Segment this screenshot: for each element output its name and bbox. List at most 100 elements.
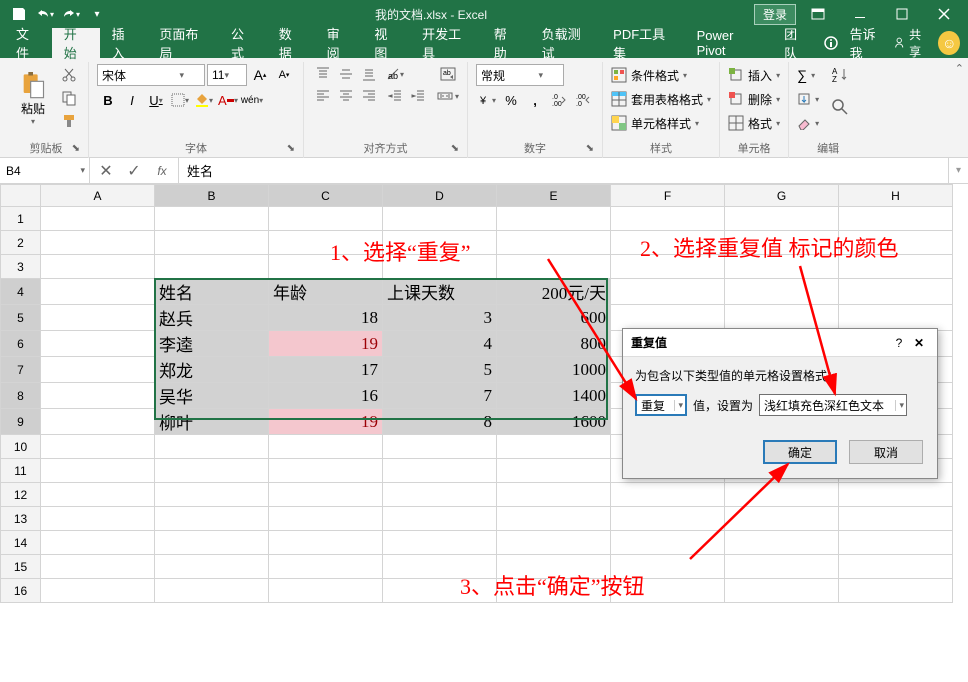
format-style-select[interactable]: 浅红填充色深红色文本▾ xyxy=(759,394,907,416)
tab-review[interactable]: 审阅 xyxy=(315,28,363,58)
font-size-select[interactable]: 11▾ xyxy=(207,64,247,86)
tab-team[interactable]: 团队 xyxy=(772,28,820,58)
col-header-D[interactable]: D xyxy=(383,185,497,207)
tellme-icon[interactable] xyxy=(820,31,842,55)
cell[interactable] xyxy=(41,383,155,409)
increase-font[interactable]: A▴ xyxy=(249,64,271,86)
col-header-B[interactable]: B xyxy=(155,185,269,207)
cell[interactable]: 吴华 xyxy=(155,383,269,409)
tab-view[interactable]: 视图 xyxy=(362,28,410,58)
cell[interactable] xyxy=(383,207,497,231)
cell[interactable] xyxy=(839,255,953,279)
cell[interactable] xyxy=(611,207,725,231)
col-header-E[interactable]: E xyxy=(497,185,611,207)
decrease-font[interactable]: A▾ xyxy=(273,64,295,86)
dialog-help[interactable]: ? xyxy=(889,336,909,350)
feedback-icon[interactable]: ☺ xyxy=(938,31,960,55)
row-header-6[interactable]: 6 xyxy=(1,331,41,357)
cell[interactable] xyxy=(155,207,269,231)
cell[interactable] xyxy=(41,507,155,531)
cell[interactable] xyxy=(41,555,155,579)
cancel-button[interactable]: 取消 xyxy=(849,440,923,464)
fb-enter[interactable]: ✓ xyxy=(122,161,146,181)
qat-redo[interactable]: ▾ xyxy=(60,3,82,25)
share-button[interactable]: 共享 xyxy=(893,26,931,60)
cell[interactable] xyxy=(383,555,497,579)
col-header-F[interactable]: F xyxy=(611,185,725,207)
find-select[interactable] xyxy=(829,96,859,126)
fb-cancel[interactable]: ✕ xyxy=(94,161,118,181)
align-right[interactable] xyxy=(358,86,380,106)
cell[interactable] xyxy=(725,279,839,305)
cell[interactable] xyxy=(611,531,725,555)
row-header-3[interactable]: 3 xyxy=(1,255,41,279)
cell[interactable] xyxy=(41,459,155,483)
tab-page-layout[interactable]: 页面布局 xyxy=(147,28,219,58)
login-button[interactable]: 登录 xyxy=(754,4,796,25)
number-format-select[interactable]: 常规▾ xyxy=(476,64,564,86)
cell[interactable] xyxy=(497,531,611,555)
paste-button[interactable]: 粘贴▾ xyxy=(12,64,54,134)
duplicate-type-select[interactable]: 重复▾ xyxy=(635,394,687,416)
cell[interactable] xyxy=(155,555,269,579)
cell[interactable]: 19 xyxy=(269,331,383,357)
cell[interactable] xyxy=(269,435,383,459)
cell[interactable]: 郑龙 xyxy=(155,357,269,383)
cell[interactable] xyxy=(41,409,155,435)
cell[interactable] xyxy=(611,579,725,603)
align-middle[interactable] xyxy=(335,64,357,84)
percent-button[interactable]: % xyxy=(500,89,522,111)
cell[interactable] xyxy=(611,231,725,255)
cell[interactable] xyxy=(383,531,497,555)
cell[interactable] xyxy=(269,579,383,603)
cell[interactable] xyxy=(725,483,839,507)
row-header-1[interactable]: 1 xyxy=(1,207,41,231)
cell[interactable] xyxy=(725,305,839,331)
align-top[interactable] xyxy=(312,64,334,84)
cell[interactable]: 5 xyxy=(383,357,497,383)
select-all-corner[interactable] xyxy=(1,185,41,207)
cell[interactable] xyxy=(383,459,497,483)
row-header-7[interactable]: 7 xyxy=(1,357,41,383)
cell[interactable] xyxy=(611,507,725,531)
cell[interactable] xyxy=(725,507,839,531)
cell[interactable] xyxy=(725,207,839,231)
row-header-16[interactable]: 16 xyxy=(1,579,41,603)
cell[interactable] xyxy=(155,507,269,531)
cell[interactable] xyxy=(383,579,497,603)
qat-save[interactable] xyxy=(8,3,30,25)
row-header-14[interactable]: 14 xyxy=(1,531,41,555)
cell[interactable] xyxy=(269,231,383,255)
font-name-select[interactable]: 宋体▾ xyxy=(97,64,205,86)
conditional-format[interactable]: 条件格式▾ xyxy=(611,64,711,86)
cell[interactable] xyxy=(839,483,953,507)
qat-undo[interactable]: ▾ xyxy=(34,3,56,25)
cell[interactable]: 7 xyxy=(383,383,497,409)
name-box[interactable]: B4▾ xyxy=(0,158,90,183)
cell[interactable] xyxy=(611,483,725,507)
cell[interactable] xyxy=(611,305,725,331)
align-bottom[interactable] xyxy=(358,64,380,84)
row-header-13[interactable]: 13 xyxy=(1,507,41,531)
cell[interactable] xyxy=(41,483,155,507)
align-center[interactable] xyxy=(335,86,357,106)
cell[interactable] xyxy=(839,531,953,555)
tab-pdftools[interactable]: PDF工具集 xyxy=(601,28,684,58)
cell[interactable] xyxy=(611,255,725,279)
cell[interactable]: 800 xyxy=(497,331,611,357)
cell[interactable] xyxy=(269,459,383,483)
cell[interactable] xyxy=(155,579,269,603)
cell[interactable] xyxy=(155,435,269,459)
phonetic-button[interactable]: wén▾ xyxy=(241,89,263,111)
cell[interactable] xyxy=(725,231,839,255)
col-header-G[interactable]: G xyxy=(725,185,839,207)
tab-insert[interactable]: 插入 xyxy=(100,28,148,58)
italic-button[interactable]: I xyxy=(121,89,143,111)
qat-customize[interactable]: ▾ xyxy=(86,3,108,25)
cell[interactable] xyxy=(383,507,497,531)
formula-input[interactable]: 姓名 xyxy=(179,158,948,183)
clipboard-launcher[interactable]: ⬊ xyxy=(72,143,80,154)
cell[interactable]: 1600 xyxy=(497,409,611,435)
format-painter[interactable] xyxy=(58,110,80,132)
cell[interactable]: 年龄 xyxy=(269,279,383,305)
